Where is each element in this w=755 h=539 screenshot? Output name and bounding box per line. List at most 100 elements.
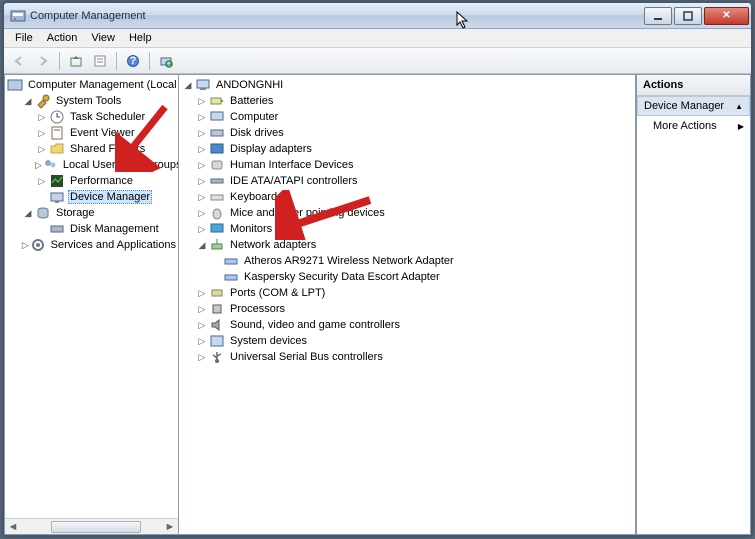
expander-icon[interactable]: ▷ [195, 320, 209, 331]
cpu-icon [209, 301, 225, 317]
titlebar[interactable]: Computer Management ✕ [4, 3, 751, 29]
device-atheros-adapter[interactable]: Atheros AR9271 Wireless Network Adapter [179, 253, 635, 269]
tree-local-users[interactable]: ▷Local Users and Groups [5, 157, 178, 173]
device-monitors[interactable]: ▷Monitors [179, 221, 635, 237]
expander-icon[interactable]: ▷ [35, 128, 49, 139]
tree-task-scheduler[interactable]: ▷Task Scheduler [5, 109, 178, 125]
middle-pane: ◢ANDONGNHI ▷Batteries ▷Computer ▷Disk dr… [178, 74, 636, 535]
tree-shared-folders[interactable]: ▷Shared Folders [5, 141, 178, 157]
device-network-adapters[interactable]: ◢Network adapters [179, 237, 635, 253]
expander-icon[interactable]: ▷ [35, 176, 49, 187]
forward-button [32, 50, 54, 72]
device-system-devices[interactable]: ▷System devices [179, 333, 635, 349]
expander-icon[interactable]: ▷ [195, 336, 209, 347]
monitor-icon [209, 221, 225, 237]
device-manager-icon [49, 189, 65, 205]
tree-system-tools[interactable]: ◢System Tools [5, 93, 178, 109]
device-root[interactable]: ◢ANDONGNHI [179, 77, 635, 93]
tree-performance[interactable]: ▷Performance [5, 173, 178, 189]
expander-icon[interactable]: ▷ [195, 224, 209, 235]
mouse-icon [209, 205, 225, 221]
left-pane: Computer Management (Local ◢System Tools… [4, 74, 178, 535]
hid-icon [209, 157, 225, 173]
expander-icon[interactable]: ▷ [35, 144, 49, 155]
expander-icon[interactable]: ▷ [195, 192, 209, 203]
tree-storage[interactable]: ◢Storage [5, 205, 178, 221]
maximize-button[interactable] [674, 7, 702, 25]
device-kaspersky-adapter[interactable]: Kaspersky Security Data Escort Adapter [179, 269, 635, 285]
svg-text:?: ? [130, 55, 137, 67]
expander-icon[interactable]: ▷ [195, 128, 209, 139]
scan-button[interactable] [155, 50, 177, 72]
body: Computer Management (Local ◢System Tools… [4, 74, 751, 535]
device-usb[interactable]: ▷Universal Serial Bus controllers [179, 349, 635, 365]
up-button[interactable] [65, 50, 87, 72]
adapter-icon [223, 269, 239, 285]
expander-icon[interactable]: ▷ [195, 288, 209, 299]
expander-icon[interactable]: ▷ [195, 144, 209, 155]
adapter-icon [223, 253, 239, 269]
actions-more[interactable]: More Actions ▶ [637, 116, 750, 136]
device-hid[interactable]: ▷Human Interface Devices [179, 157, 635, 173]
expander-icon[interactable]: ▷ [35, 112, 49, 123]
expander-icon[interactable]: ◢ [21, 208, 35, 219]
scroll-thumb[interactable] [51, 521, 141, 533]
tree-root[interactable]: Computer Management (Local [5, 77, 178, 93]
expander-icon[interactable]: ▷ [195, 160, 209, 171]
device-tree[interactable]: ◢ANDONGNHI ▷Batteries ▷Computer ▷Disk dr… [179, 75, 635, 534]
device-processors[interactable]: ▷Processors [179, 301, 635, 317]
mmc-icon [7, 77, 23, 93]
menu-help[interactable]: Help [122, 30, 159, 46]
close-button[interactable]: ✕ [704, 7, 749, 25]
expander-icon[interactable]: ◢ [21, 96, 35, 107]
tree-device-manager[interactable]: Device Manager [5, 189, 178, 205]
expander-icon[interactable]: ◢ [195, 240, 209, 251]
disk-icon [49, 221, 65, 237]
device-mice[interactable]: ▷Mice and other pointing devices [179, 205, 635, 221]
services-icon [30, 237, 46, 253]
expander-icon[interactable]: ▷ [195, 96, 209, 107]
expander-icon[interactable]: ▷ [195, 176, 209, 187]
device-ports[interactable]: ▷Ports (COM & LPT) [179, 285, 635, 301]
computer-icon [195, 77, 211, 93]
expander-icon[interactable]: ◢ [181, 80, 195, 91]
actions-header: Actions [637, 75, 750, 96]
actions-group[interactable]: Device Manager ▲ [637, 96, 750, 116]
expander-icon[interactable]: ▷ [195, 112, 209, 123]
scroll-right-arrow[interactable]: ► [162, 520, 178, 534]
help-button[interactable]: ? [122, 50, 144, 72]
computer-icon [209, 109, 225, 125]
device-ide[interactable]: ▷IDE ATA/ATAPI controllers [179, 173, 635, 189]
tree-disk-management[interactable]: Disk Management [5, 221, 178, 237]
properties-button[interactable] [89, 50, 111, 72]
device-batteries[interactable]: ▷Batteries [179, 93, 635, 109]
left-tree[interactable]: Computer Management (Local ◢System Tools… [5, 75, 178, 518]
tree-event-viewer[interactable]: ▷Event Viewer [5, 125, 178, 141]
expander-icon[interactable]: ▷ [195, 208, 209, 219]
app-icon [10, 8, 26, 24]
expander-icon[interactable]: ▷ [21, 240, 30, 251]
ide-icon [209, 173, 225, 189]
menu-view[interactable]: View [84, 30, 122, 46]
device-computer[interactable]: ▷Computer [179, 109, 635, 125]
clock-icon [49, 109, 65, 125]
window-title: Computer Management [30, 10, 146, 22]
users-icon [42, 157, 58, 173]
submenu-icon: ▶ [738, 122, 744, 131]
expander-icon[interactable]: ▷ [35, 160, 42, 171]
tree-services-apps[interactable]: ▷Services and Applications [5, 237, 178, 253]
menu-action[interactable]: Action [40, 30, 85, 46]
minimize-button[interactable] [644, 7, 672, 25]
horizontal-scrollbar[interactable]: ◄ ► [5, 518, 178, 534]
device-display-adapters[interactable]: ▷Display adapters [179, 141, 635, 157]
device-sound[interactable]: ▷Sound, video and game controllers [179, 317, 635, 333]
expander-icon[interactable]: ▷ [195, 352, 209, 363]
usb-icon [209, 349, 225, 365]
port-icon [209, 285, 225, 301]
device-disk-drives[interactable]: ▷Disk drives [179, 125, 635, 141]
menu-file[interactable]: File [8, 30, 40, 46]
device-keyboards[interactable]: ▷Keyboards [179, 189, 635, 205]
expander-icon[interactable]: ▷ [195, 304, 209, 315]
actions-more-label: More Actions [653, 120, 717, 132]
scroll-left-arrow[interactable]: ◄ [5, 520, 21, 534]
